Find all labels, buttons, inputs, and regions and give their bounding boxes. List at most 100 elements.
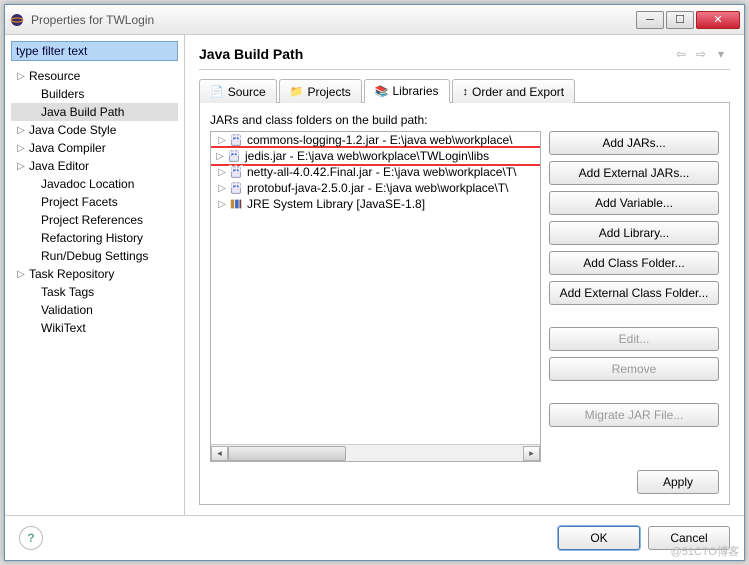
tree-item[interactable]: ▷Java Code Style	[11, 121, 178, 139]
tree-item-label: Java Code Style	[29, 123, 116, 137]
jar-icon: 010	[229, 165, 243, 179]
expand-icon[interactable]: ▷	[213, 151, 227, 162]
tree-item[interactable]: Builders	[11, 85, 178, 103]
titlebar[interactable]: Properties for TWLogin ─ ☐ ✕	[5, 5, 744, 35]
tree-item[interactable]: Run/Debug Settings	[11, 247, 178, 265]
tree-item[interactable]: Refactoring History	[11, 229, 178, 247]
jar-icon: 010	[227, 149, 241, 163]
library-label: JRE System Library [JavaSE-1.8]	[247, 197, 425, 211]
scroll-right-icon[interactable]: ▸	[523, 446, 540, 461]
library-item[interactable]: ▷010jedis.jar - E:\java web\workplace\TW…	[211, 146, 540, 166]
expand-icon[interactable]: ▷	[215, 135, 229, 146]
forward-icon[interactable]: ⇨	[692, 45, 710, 63]
maximize-button[interactable]: ☐	[666, 11, 694, 29]
tab-order-and-export[interactable]: ↕Order and Export	[452, 79, 576, 103]
add-external-jars-button[interactable]: Add External JARs...	[549, 161, 719, 185]
add-class-folder-button[interactable]: Add Class Folder...	[549, 251, 719, 275]
libraries-list[interactable]: ▷010commons-logging-1.2.jar - E:\java we…	[210, 131, 541, 462]
expand-icon[interactable]: ▷	[215, 167, 229, 178]
eclipse-icon	[9, 12, 25, 28]
tab-icon: 📚	[375, 85, 389, 98]
tree-item-label: Project References	[41, 213, 143, 227]
tab-bar: 📄Source📁Projects📚Libraries↕Order and Exp…	[199, 78, 730, 103]
tab-label: Source	[228, 85, 266, 99]
expand-icon[interactable]: ▷	[13, 125, 29, 136]
tree-item[interactable]: Project Facets	[11, 193, 178, 211]
tree-item[interactable]: ▷Resource	[11, 67, 178, 85]
add-external-class-folder-button[interactable]: Add External Class Folder...	[549, 281, 719, 305]
jar-icon: 010	[229, 181, 243, 195]
tab-icon: 📄	[210, 85, 224, 98]
filter-input[interactable]	[11, 41, 178, 61]
scroll-left-icon[interactable]: ◂	[211, 446, 228, 461]
button-column: Add JARs... Add External JARs... Add Var…	[549, 131, 719, 462]
tree-item-label: Validation	[41, 303, 93, 317]
tree-item-label: Resource	[29, 69, 80, 83]
library-item[interactable]: ▷010 commons-logging-1.2.jar - E:\java we…	[211, 132, 540, 148]
expand-icon[interactable]: ▷	[13, 71, 29, 82]
expand-icon[interactable]: ▷	[215, 199, 229, 210]
right-panel: Java Build Path ⇦ ⇨ ▾ 📄 Source 📁Projects📚L…	[185, 35, 744, 515]
tree-item-label: Javadoc Location	[41, 177, 134, 191]
add-jars-button[interactable]: Add JARs...	[549, 131, 719, 155]
tab-icon: 📁	[290, 85, 304, 98]
library-label: netty-all-4.0.42.Final.jar - E:\java web…	[247, 165, 516, 179]
tree-item-label: WikiText	[41, 321, 86, 335]
expand-icon[interactable]: ▷	[13, 143, 29, 154]
tree-item[interactable]: ▷Task Repository	[11, 265, 178, 283]
tree-item-label: Run/Debug Settings	[41, 249, 148, 263]
library-item[interactable]: ▷ JRE System Library [JavaSE-1.8]	[211, 196, 540, 212]
tree-item[interactable]: WikiText	[11, 319, 178, 337]
tab-libraries[interactable]: 📚Libraries	[364, 79, 450, 103]
expand-icon[interactable]: ▷	[215, 183, 229, 194]
tree-item[interactable]: Task Tags	[11, 283, 178, 301]
minimize-button[interactable]: ─	[636, 11, 664, 29]
expand-icon[interactable]: ▷	[13, 161, 29, 172]
ok-button[interactable]: OK	[558, 526, 640, 550]
page-header: Java Build Path ⇦ ⇨ ▾	[199, 45, 730, 70]
svg-text:010: 010	[229, 165, 243, 175]
dialog-footer: ? OK Cancel	[5, 515, 744, 560]
library-label: protobuf-java-2.5.0.jar - E:\java web\wo…	[247, 181, 508, 195]
scroll-thumb[interactable]	[228, 446, 346, 461]
tree-item-label: Java Build Path	[41, 105, 124, 119]
preferences-tree[interactable]: ▷ResourceBuildersJava Build Path▷Java Co…	[11, 67, 178, 509]
apply-button[interactable]: Apply	[637, 470, 719, 494]
library-label: commons-logging-1.2.jar - E:\java web\wo…	[247, 133, 512, 147]
add-library-button[interactable]: Add Library...	[549, 221, 719, 245]
migrate-jar-button[interactable]: Migrate JAR File...	[549, 403, 719, 427]
page-title: Java Build Path	[199, 46, 670, 62]
back-icon[interactable]: ⇦	[672, 45, 690, 63]
tab-source[interactable]: 📄 Source	[199, 79, 277, 103]
remove-button[interactable]: Remove	[549, 357, 719, 381]
library-item[interactable]: ▷010 protobuf-java-2.5.0.jar - E:\java we…	[211, 180, 540, 196]
tree-item[interactable]: Validation	[11, 301, 178, 319]
libraries-description: JARs and class folders on the build path…	[210, 113, 719, 127]
close-button[interactable]: ✕	[696, 11, 740, 29]
horizontal-scrollbar[interactable]: ◂ ▸	[211, 444, 540, 461]
menu-icon[interactable]: ▾	[712, 45, 730, 63]
expand-icon[interactable]: ▷	[13, 269, 29, 280]
window-controls: ─ ☐ ✕	[636, 11, 740, 29]
libraries-tab-panel: JARs and class folders on the build path…	[199, 103, 730, 505]
library-item[interactable]: ▷010 netty-all-4.0.42.Final.jar - E:\java…	[211, 164, 540, 180]
help-icon[interactable]: ?	[19, 526, 43, 550]
tree-item-label: Refactoring History	[41, 231, 143, 245]
tree-item[interactable]: Project References	[11, 211, 178, 229]
edit-button[interactable]: Edit...	[549, 327, 719, 351]
tree-item-label: Builders	[41, 87, 84, 101]
tab-icon: ↕	[463, 86, 469, 98]
svg-text:010: 010	[229, 133, 243, 143]
tree-item[interactable]: ▷Java Compiler	[11, 139, 178, 157]
tree-item[interactable]: Java Build Path	[11, 103, 178, 121]
content: ▷ResourceBuildersJava Build Path▷Java Co…	[5, 35, 744, 560]
svg-text:010: 010	[227, 149, 241, 159]
tab-label: Order and Export	[472, 85, 564, 99]
scroll-track[interactable]	[228, 446, 523, 461]
tree-item[interactable]: ▷Java Editor	[11, 157, 178, 175]
left-panel: ▷ResourceBuildersJava Build Path▷Java Co…	[5, 35, 185, 515]
svg-text:010: 010	[229, 181, 243, 191]
tab-projects[interactable]: 📁Projects	[279, 79, 362, 103]
tree-item[interactable]: Javadoc Location	[11, 175, 178, 193]
add-variable-button[interactable]: Add Variable...	[549, 191, 719, 215]
